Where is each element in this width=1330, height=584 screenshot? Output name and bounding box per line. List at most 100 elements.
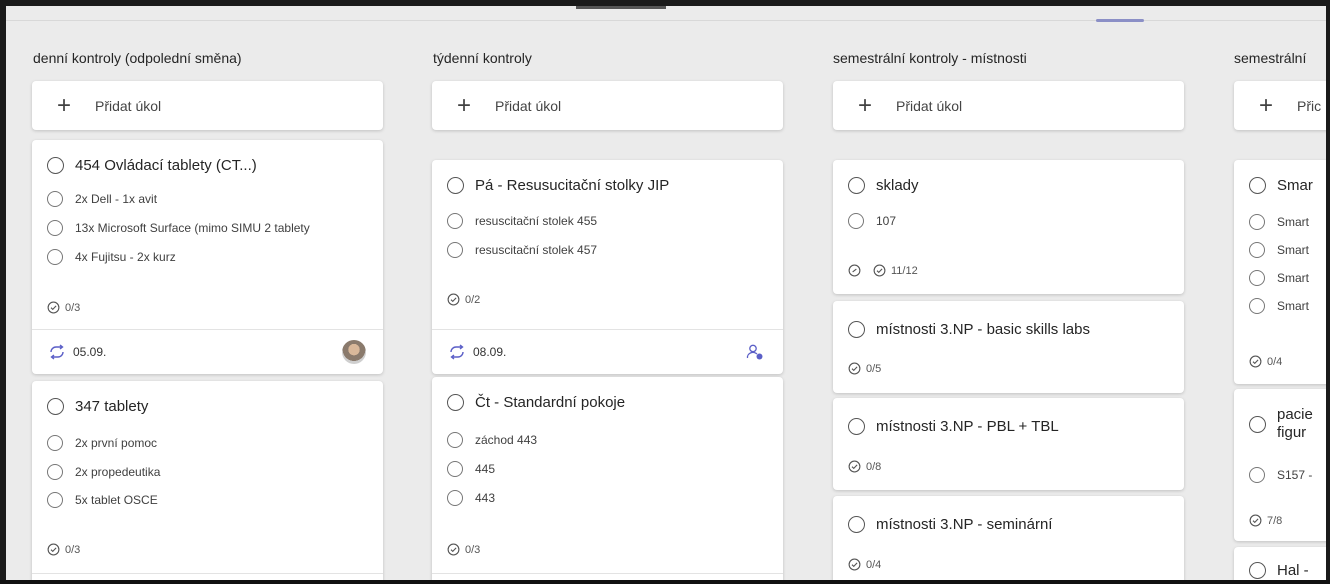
complete-circle-icon[interactable] <box>1249 177 1266 194</box>
check-circle-icon <box>447 543 460 556</box>
checklist-circle-icon[interactable] <box>1249 467 1265 483</box>
checklist-item[interactable]: 2x první pomoc <box>47 435 157 451</box>
task-title: pacie figur <box>1277 406 1313 442</box>
checklist-circle-icon[interactable] <box>1249 242 1265 258</box>
task-title-row: sklady <box>848 177 919 194</box>
add-task-button[interactable]: + Přidat úkol <box>432 81 783 130</box>
checklist-circle-icon[interactable] <box>47 435 63 451</box>
checklist-item-label: Smart <box>1277 299 1310 313</box>
checklist-item[interactable]: 2x Dell - 1x avit <box>47 191 157 207</box>
task-card[interactable]: místnosti 3.NP - basic skills labs 0/5 <box>833 301 1184 393</box>
checklist-circle-icon[interactable] <box>1249 214 1265 230</box>
task-card[interactable]: Pá - Resusucitační stolky JIP resuscitač… <box>432 160 783 374</box>
checklist-progress: 0/4 <box>848 558 881 571</box>
checklist-progress: 0/8 <box>848 460 881 473</box>
task-title: Pá - Resusucitační stolky JIP <box>475 177 670 194</box>
checklist-circle-icon[interactable] <box>47 464 63 480</box>
checklist-item[interactable]: resuscitační stolek 457 <box>447 242 597 258</box>
add-task-button[interactable]: + Přic <box>1234 81 1326 130</box>
checklist-item[interactable]: 4x Fujitsu - 2x kurz <box>47 249 176 265</box>
task-card[interactable]: sklady 107 11/12 <box>833 160 1184 294</box>
checklist-circle-icon[interactable] <box>447 461 463 477</box>
task-title: 454 Ovládací tablety (CT...) <box>75 157 257 174</box>
check-circle-icon <box>873 264 886 277</box>
checklist-circle-icon[interactable] <box>447 213 463 229</box>
checklist-item[interactable]: Smart <box>1249 270 1309 286</box>
checklist-item[interactable]: Smart <box>1249 242 1309 258</box>
complete-circle-icon[interactable] <box>848 321 865 338</box>
complete-circle-icon[interactable] <box>47 157 64 174</box>
task-title: Smar <box>1277 177 1313 194</box>
checklist-item[interactable]: Smart <box>1249 214 1309 230</box>
task-card[interactable]: Smar Smart Smart Smart Smart 0/4 <box>1234 160 1326 384</box>
add-task-label: Přidat úkol <box>896 97 963 114</box>
checklist-circle-icon[interactable] <box>1249 270 1265 286</box>
checklist-item-label: S157 - <box>1277 468 1313 482</box>
checklist-progress: 0/3 <box>47 543 80 556</box>
checklist-circle-icon[interactable] <box>447 490 463 506</box>
checklist-circle-icon[interactable] <box>1249 298 1265 314</box>
complete-circle-icon[interactable] <box>447 394 464 411</box>
checklist-item[interactable]: 13x Microsoft Surface (mimo SIMU 2 table… <box>47 220 310 236</box>
complete-circle-icon[interactable] <box>848 177 865 194</box>
task-title-row: místnosti 3.NP - PBL + TBL <box>848 418 1059 435</box>
complete-circle-icon[interactable] <box>47 398 64 415</box>
task-title: Čt - Standardní pokoje <box>475 394 626 411</box>
check-circle-icon <box>848 362 861 375</box>
checklist-item[interactable]: 2x propedeutika <box>47 464 160 480</box>
bucket-title: semestrální kontroly - místnosti <box>833 50 1027 66</box>
plus-icon: + <box>457 91 472 119</box>
checklist-item[interactable]: resuscitační stolek 455 <box>447 213 597 229</box>
checklist-item[interactable]: záchod 443 <box>447 432 537 448</box>
task-card[interactable]: pacie figur S157 - 7/8 <box>1234 389 1326 541</box>
checklist-circle-icon[interactable] <box>447 242 463 258</box>
checklist-circle-icon[interactable] <box>447 432 463 448</box>
plus-icon: + <box>57 91 72 119</box>
checklist-circle-icon[interactable] <box>47 191 63 207</box>
task-card[interactable]: místnosti 3.NP - PBL + TBL 0/8 <box>833 398 1184 490</box>
task-card[interactable]: 347 tablety 2x první pomoc 2x propedeuti… <box>32 381 383 580</box>
due-date[interactable]: 08.09. <box>447 344 506 360</box>
check-circle-icon <box>47 543 60 556</box>
checklist-item[interactable]: Smart <box>1249 298 1309 314</box>
task-card[interactable]: 454 Ovládací tablety (CT...) 2x Dell - 1… <box>32 140 383 374</box>
checklist-item[interactable]: 445 <box>447 461 495 477</box>
task-card[interactable]: Čt - Standardní pokoje záchod 443 445 44… <box>432 377 783 580</box>
checklist-item-label: 13x Microsoft Surface (mimo SIMU 2 table… <box>75 221 310 235</box>
add-task-button[interactable]: + Přidat úkol <box>833 81 1184 130</box>
checklist-item-label: resuscitační stolek 455 <box>475 214 598 228</box>
complete-circle-icon[interactable] <box>1249 416 1266 433</box>
complete-circle-icon[interactable] <box>848 516 865 533</box>
due-date-text: 05.09. <box>73 345 107 359</box>
add-task-button[interactable]: + Přidat úkol <box>32 81 383 130</box>
task-card[interactable]: Hal - <box>1234 547 1326 580</box>
due-date[interactable]: 05.09. <box>47 344 106 360</box>
assignee-avatar[interactable] <box>342 340 366 364</box>
checklist-item[interactable]: 107 <box>848 213 896 229</box>
task-title: sklady <box>876 177 919 194</box>
top-scroll-indicator <box>576 6 666 9</box>
assign-person-icon[interactable] <box>746 343 764 361</box>
checklist-progress: 0/3 <box>447 543 480 556</box>
checklist-item-label: 445 <box>475 462 496 476</box>
task-title-row: Čt - Standardní pokoje <box>447 394 625 411</box>
progress-text: 0/4 <box>866 558 882 571</box>
checklist-item[interactable]: S157 - <box>1249 467 1312 483</box>
task-title: místnosti 3.NP - PBL + TBL <box>876 418 1059 435</box>
complete-circle-icon[interactable] <box>1249 562 1266 579</box>
checklist-circle-icon[interactable] <box>47 492 63 508</box>
task-card[interactable]: místnosti 3.NP - seminární 0/4 <box>833 496 1184 580</box>
checklist-circle-icon[interactable] <box>848 213 864 229</box>
checklist-item[interactable]: 5x tablet OSCE <box>47 492 158 508</box>
checklist-circle-icon[interactable] <box>47 220 63 236</box>
checklist-item[interactable]: 443 <box>447 490 495 506</box>
checklist-item-label: 2x první pomoc <box>75 436 158 450</box>
repeat-icon <box>450 344 464 360</box>
comment-icon <box>848 264 861 277</box>
progress-text: 0/2 <box>465 293 481 306</box>
complete-circle-icon[interactable] <box>447 177 464 194</box>
complete-circle-icon[interactable] <box>848 418 865 435</box>
checklist-item-label: resuscitační stolek 457 <box>475 243 598 257</box>
plus-icon: + <box>858 91 873 119</box>
checklist-circle-icon[interactable] <box>47 249 63 265</box>
